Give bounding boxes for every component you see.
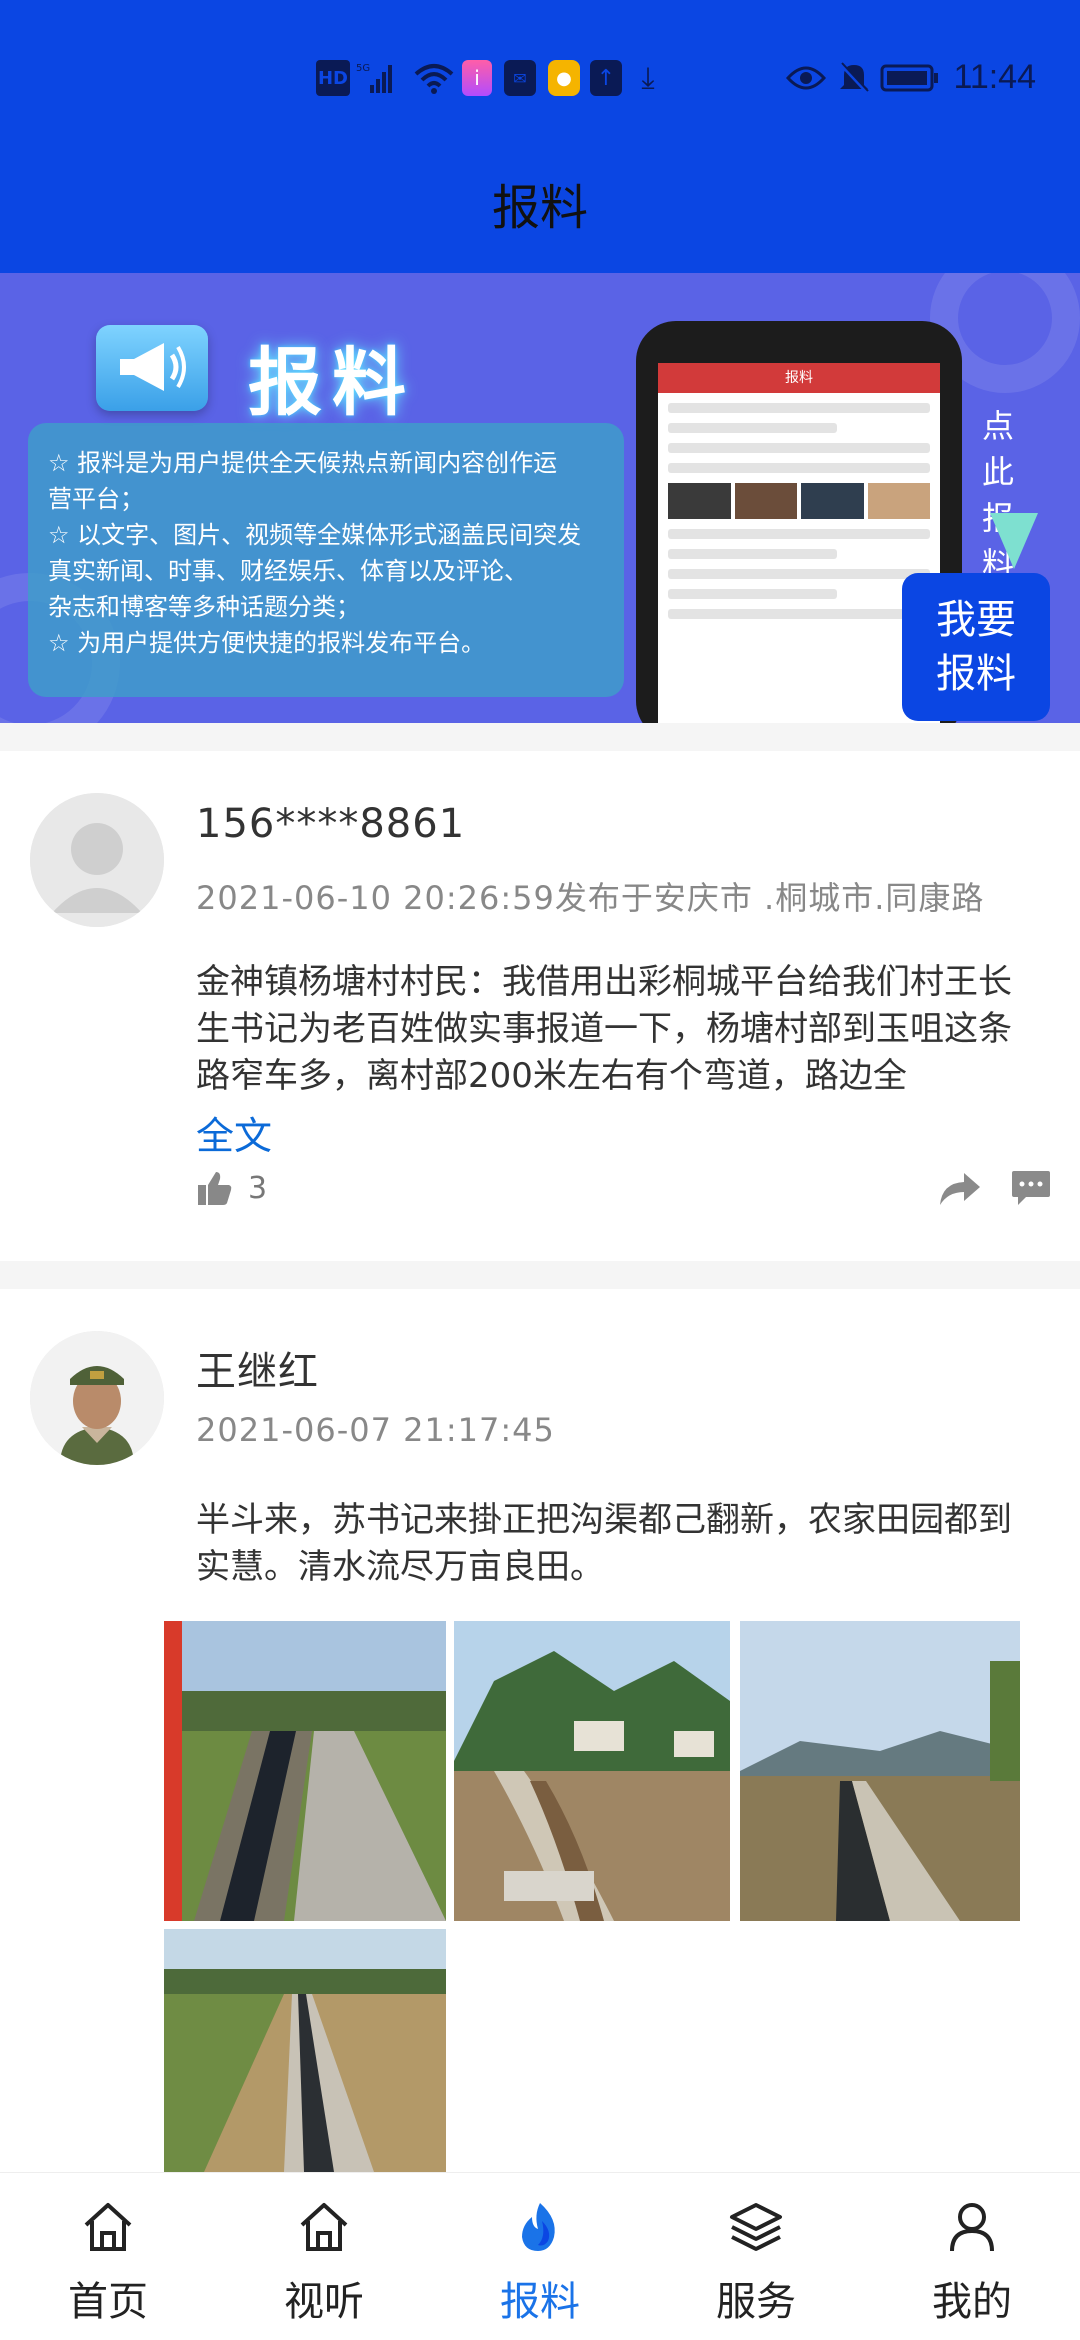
tab-label: 报料 <box>500 2279 580 2325</box>
arrow-down-icon <box>990 513 1038 569</box>
share-icon[interactable] <box>938 1171 982 1211</box>
banner-line: 杂志和博客等多种话题分类； <box>48 593 360 621</box>
post-text: 金神镇杨塘村村民：我借用出彩桐城平台给我们村王长生书记为老百姓做实事报道一下，杨… <box>196 962 1012 1096</box>
app-notification-icon: i <box>462 60 492 96</box>
post-image[interactable] <box>164 1621 446 1921</box>
post-text: 半斗来，苏书记来掛正把沟渠都己翻新，农家田园都到实慧。清水流尽万亩良田。 <box>196 1500 1012 1587</box>
banner-line: 真实新闻、时事、财经娱乐、体育以及评论、 <box>48 557 528 585</box>
post-meta: 2021-06-07 21:17:45 <box>196 1411 555 1449</box>
tab-label: 我的 <box>932 2279 1012 2325</box>
report-button-line2: 报料 <box>936 651 1016 697</box>
post-image[interactable] <box>740 1621 1020 1921</box>
mute-icon <box>838 60 870 96</box>
phone-screen: 报料 <box>658 363 940 723</box>
post-image[interactable] <box>164 1929 446 2172</box>
flame-icon <box>522 2203 555 2251</box>
banner-line: ☆ 为用户提供方便快捷的报料发布平台。 <box>48 629 486 657</box>
post-username[interactable]: 王继红 <box>196 1339 319 1397</box>
app-root: HD 5G i ✉ ● ↑ ⤓ 11:44 报料 报料 ☆ 报料是为用户提供全天… <box>0 0 1080 2340</box>
mail-icon: ✉ <box>504 60 536 96</box>
status-time: 11:44 <box>953 58 1036 96</box>
battery-icon <box>880 60 940 96</box>
eye-icon <box>786 60 826 96</box>
tab-profile[interactable]: 我的 <box>864 2173 1080 2340</box>
app-icon: ● <box>548 60 580 96</box>
avatar[interactable] <box>30 793 164 927</box>
post-meta: 2021-06-10 20:26:59发布于安庆市 .桐城市.同康路 <box>196 879 985 917</box>
bottom-nav: 首页 视听 报料 服务 我的 <box>0 2172 1080 2340</box>
top-header: HD 5G i ✉ ● ↑ ⤓ 11:44 报料 <box>0 0 1080 273</box>
tab-label: 首页 <box>68 2279 148 2325</box>
tab-services[interactable]: 服务 <box>648 2173 864 2340</box>
post-card[interactable]: 王继红 2021-06-07 21:17:45 半斗来，苏书记来掛正把沟渠都己翻… <box>0 1289 1080 2172</box>
tab-media[interactable]: 视听 <box>216 2173 432 2340</box>
user-icon <box>950 2203 994 2252</box>
page-title: 报料 <box>491 180 588 236</box>
hd-icon: HD <box>316 60 350 96</box>
thumbs-up-icon <box>198 1172 232 1205</box>
comment-icon[interactable] <box>1010 1169 1052 1213</box>
layers-icon <box>730 2203 782 2251</box>
tab-label: 视听 <box>284 2279 364 2325</box>
avatar[interactable] <box>30 1331 164 1465</box>
banner-line: ☆ 以文字、图片、视频等全媒体形式涵盖民间突发 <box>48 521 582 549</box>
post-card[interactable]: 156****8861 2021-06-10 20:26:59发布于安庆市 .桐… <box>0 751 1080 1261</box>
report-button[interactable]: 我要 报料 <box>902 573 1050 721</box>
tab-report[interactable]: 报料 <box>432 2173 648 2340</box>
phone-screen-title: 报料 <box>658 363 940 393</box>
full-text-link[interactable]: 全文 <box>196 1105 272 1160</box>
like-count: 3 <box>248 1170 268 1206</box>
banner-line: ☆ 报料是为用户提供全天候热点新闻内容创作运 <box>48 449 558 477</box>
svg-text:5G: 5G <box>356 63 370 74</box>
banner-heading: 报料 <box>248 340 416 426</box>
post-username[interactable]: 156****8861 <box>196 801 465 847</box>
banner-line: 营平台； <box>48 485 144 513</box>
home-icon <box>300 2203 348 2251</box>
report-button-line1: 我要 <box>936 597 1016 643</box>
megaphone-icon <box>96 325 208 411</box>
download-icon: ⤓ <box>641 60 655 96</box>
banner-description: ☆ 报料是为用户提供全天候热点新闻内容创作运 营平台； ☆ 以文字、图片、视频等… <box>28 423 624 697</box>
home-icon <box>84 2203 132 2251</box>
wifi-icon <box>414 60 454 96</box>
tab-label: 服务 <box>716 2279 796 2325</box>
like-button[interactable]: 3 <box>196 1169 267 1207</box>
upload-icon: ↑ <box>590 60 622 96</box>
post-image[interactable] <box>454 1621 730 1921</box>
status-bar: HD 5G i ✉ ● ↑ ⤓ 11:44 <box>0 50 1080 110</box>
tab-home[interactable]: 首页 <box>0 2173 216 2340</box>
signal-5g-icon: 5G <box>356 60 394 96</box>
